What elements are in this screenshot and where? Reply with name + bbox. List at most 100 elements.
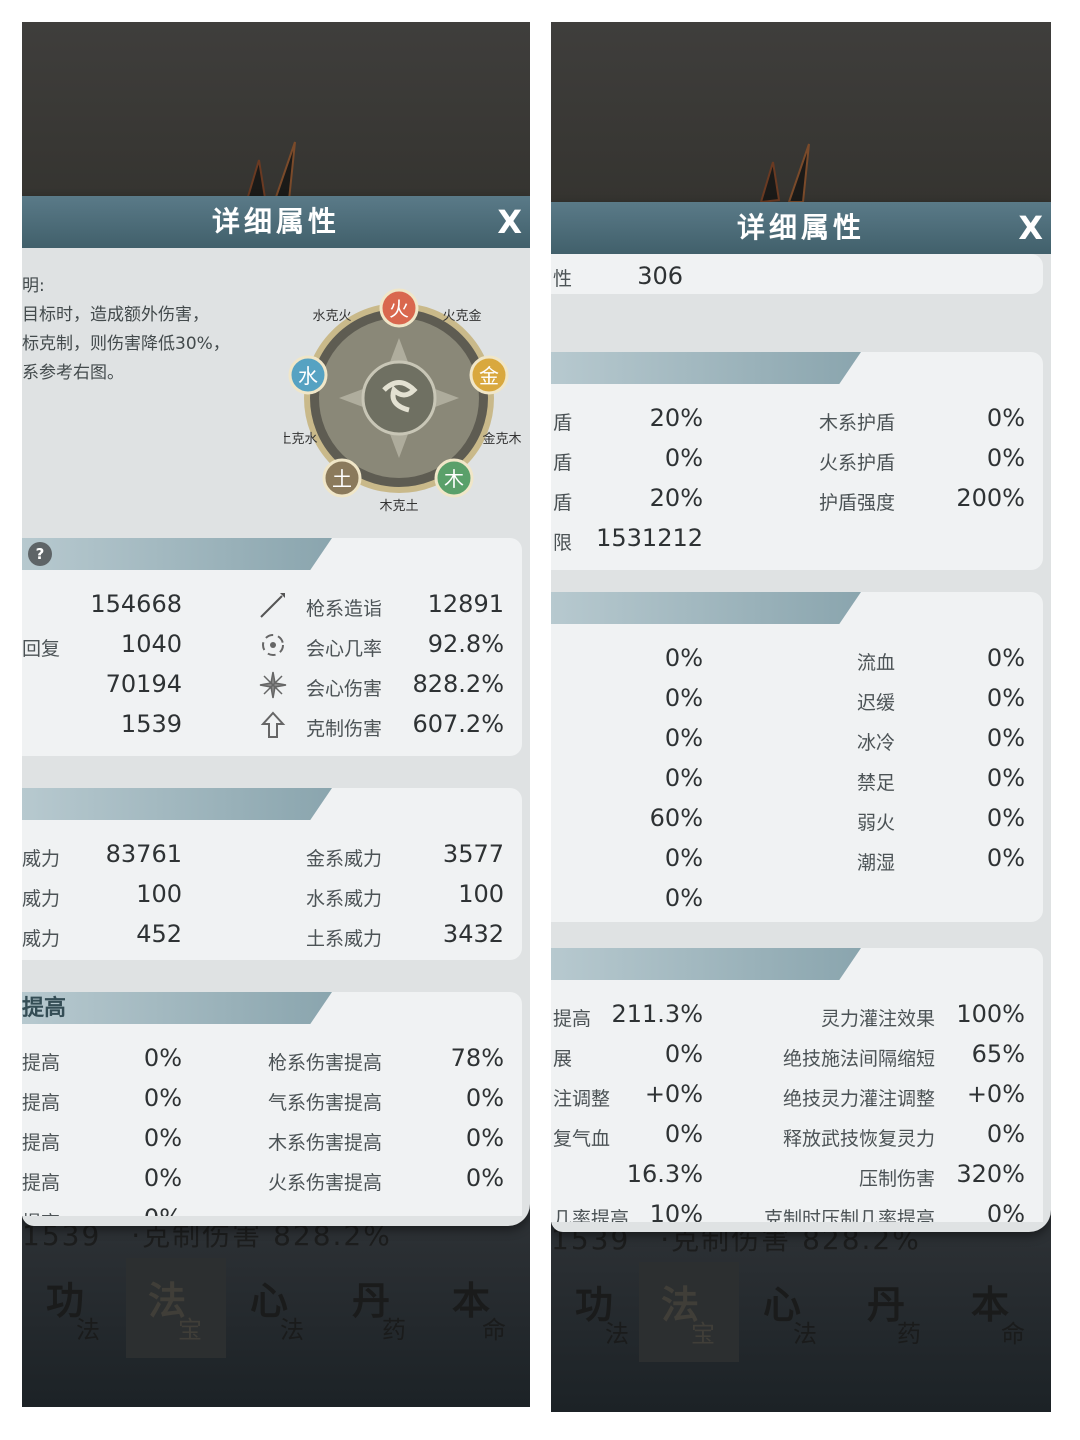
stat-value: 1531212 — [596, 524, 703, 552]
stat-label: 绝技施法间隔缩短 — [782, 1048, 935, 1070]
stat-value: 211.3% — [611, 1000, 703, 1028]
dialog-body[interactable]: 性 306 盾 20% 木系护盾 0% 盾 0% 火系护盾 0% 盾 20% 护盾强度 200% 限 15… — [551, 254, 1051, 1222]
section-header — [22, 788, 332, 820]
stats-section-0: 性 306 — [551, 254, 1043, 294]
close-button[interactable]: X — [497, 196, 522, 248]
stats-section-2: 0% 流血 0% 0% 迟缓 0% 0% 冰冷 0% 0% 禁足 0% 60% 弱火 0% 0% 潮湿 0% 0% — [551, 592, 1043, 922]
stat-label: 几率提高 — [553, 1208, 630, 1222]
stat-label: 压制伤害 — [858, 1168, 935, 1190]
tab-benming[interactable]: 本命 — [430, 1258, 530, 1358]
stat-value: 0% — [986, 1200, 1025, 1222]
stat-value: 12891 — [427, 590, 504, 618]
stat-value: 16.3% — [626, 1160, 703, 1188]
weapon-silhouette-icon — [759, 143, 810, 202]
stat-label: 潮湿 — [856, 852, 895, 874]
stat-value: 0% — [664, 724, 703, 752]
element-wheel-icon: 火 金 木 土 水 火克金 金克木 木克土 土克水 水克火 — [284, 288, 522, 514]
stat-value: 0% — [465, 1164, 504, 1192]
stat-label: 会心伤害 — [305, 678, 382, 700]
earth-icon: 土 — [332, 467, 352, 491]
stat-label: 展 — [553, 1048, 573, 1070]
stat-label: 注调整 — [553, 1088, 611, 1110]
tab-xinfa[interactable]: 心法 — [741, 1262, 841, 1362]
stat-value: 0% — [986, 764, 1025, 792]
stats-section-3: 提高 提高 0% 枪系伤害提高 78% 提高 0% 气系伤害提高 0% 提高 0% 木系伤害提高 0%… — [22, 992, 522, 1216]
stat-label: 威力 — [22, 848, 61, 870]
stat-value: 0% — [664, 1120, 703, 1148]
stat-label: 克制时压制几率提高 — [763, 1208, 935, 1222]
stat-value: 78% — [450, 1044, 504, 1072]
tab-benming[interactable]: 本命 — [949, 1262, 1049, 1362]
close-button[interactable]: X — [1018, 202, 1043, 254]
stat-label: 盾 — [553, 452, 573, 474]
stat-value: 0% — [986, 404, 1025, 432]
stats-section-2: 威力 83761 金系威力 3577 威力 100 水系威力 100 威力 452 土系威力 3432 — [22, 788, 522, 960]
stat-value: 1040 — [120, 630, 182, 658]
stat-value: 100 — [136, 880, 182, 908]
right-screenshot: 1539 ·克制伤害 828.2% 功法 法宝 心法 丹药 本命 详细属性 X 性… — [551, 22, 1051, 1412]
stat-value: 0% — [664, 884, 703, 912]
weapon-silhouette-icon — [245, 141, 296, 200]
stat-value: 100 — [458, 880, 504, 908]
dialog-body[interactable]: 明: 目标时，造成额外伤害， 标克制，则伤害降低30%， 系参考右图。 火 金 … — [22, 248, 530, 1216]
element-description: 明: 目标时，造成额外伤害， 标克制，则伤害降低30%， 系参考右图。 — [22, 276, 230, 383]
stat-value: 3577 — [442, 840, 504, 868]
stat-value: 0% — [986, 844, 1025, 872]
stats-section-3: 提高 211.3% 灵力灌注效果 100% 展 0% 绝技施法间隔缩短 65% 注调整 +0% 绝技… — [551, 948, 1043, 1222]
stat-label: 金系威力 — [305, 848, 382, 870]
stat-value: 1539 — [120, 710, 182, 738]
stat-value: 100% — [956, 1000, 1025, 1028]
stat-value: 0% — [986, 724, 1025, 752]
stat-label: 限 — [553, 532, 573, 554]
stat-label: 木系护盾 — [818, 412, 895, 434]
tab-danyao[interactable]: 丹药 — [330, 1258, 430, 1358]
counter-damage-icon — [258, 710, 288, 744]
stat-value: 0% — [143, 1124, 182, 1152]
stat-label: 绝技灵力灌注调整 — [782, 1088, 935, 1110]
stat-label: 提高 — [22, 1208, 60, 1216]
stat-value: 83761 — [105, 840, 182, 868]
stat-label: 提高 — [22, 1052, 61, 1074]
tab-gongfa[interactable]: 功法 — [553, 1262, 653, 1362]
stat-value: 0% — [664, 764, 703, 792]
fire-metal-label: 火克金 — [442, 308, 481, 324]
stat-label: 弱火 — [856, 812, 895, 834]
stat-label: 盾 — [553, 412, 573, 434]
stat-value: 3432 — [442, 920, 504, 948]
stat-label: 提高 — [22, 1172, 61, 1194]
tab-danyao[interactable]: 丹药 — [845, 1262, 945, 1362]
stat-value: 0% — [664, 684, 703, 712]
wood-earth-label: 木克土 — [379, 499, 418, 514]
stat-label: 迟缓 — [856, 692, 895, 714]
stats-section-1: ? 154668 枪系造诣 12891 回复 1040 会心几率 92.8% 70194 会心伤… — [22, 538, 522, 756]
stat-value: 0% — [144, 1204, 182, 1216]
stat-label: 木系伤害提高 — [267, 1132, 382, 1154]
stat-value: 320% — [956, 1160, 1025, 1188]
help-icon[interactable]: ? — [28, 542, 52, 566]
stat-label: 提高 — [22, 1132, 61, 1154]
stat-value: 20% — [649, 404, 703, 432]
stat-value: 200% — [956, 484, 1025, 512]
spear-icon — [258, 590, 288, 624]
stat-value: 60% — [649, 804, 703, 832]
stats-section-1: 盾 20% 木系护盾 0% 盾 0% 火系护盾 0% 盾 20% 护盾强度 200% 限 1531212 — [551, 352, 1043, 570]
section-header — [551, 592, 861, 624]
tab-gongfa[interactable]: 功法 — [24, 1258, 124, 1358]
tab-fabao[interactable]: 法宝 — [126, 1258, 226, 1358]
stat-label: 盾 — [553, 492, 573, 514]
stat-value: 0% — [986, 644, 1025, 672]
earth-water-label: 土克水 — [284, 432, 318, 447]
stat-value: 0% — [143, 1044, 182, 1072]
stat-label: 威力 — [22, 928, 61, 950]
bottom-nav: 功法 法宝 心法 丹药 本命 — [551, 1262, 1051, 1362]
stat-value: 0% — [986, 804, 1025, 832]
section-header — [551, 352, 861, 384]
crit-damage-icon — [258, 670, 288, 704]
stat-value: 65% — [971, 1040, 1025, 1068]
tab-xinfa[interactable]: 心法 — [228, 1258, 328, 1358]
stat-label: 会心几率 — [305, 638, 382, 660]
tab-fabao[interactable]: 法宝 — [639, 1262, 739, 1362]
stat-value: +0% — [966, 1080, 1025, 1108]
metal-wood-label: 金克木 — [482, 431, 521, 447]
stat-label: 回复 — [22, 638, 61, 660]
